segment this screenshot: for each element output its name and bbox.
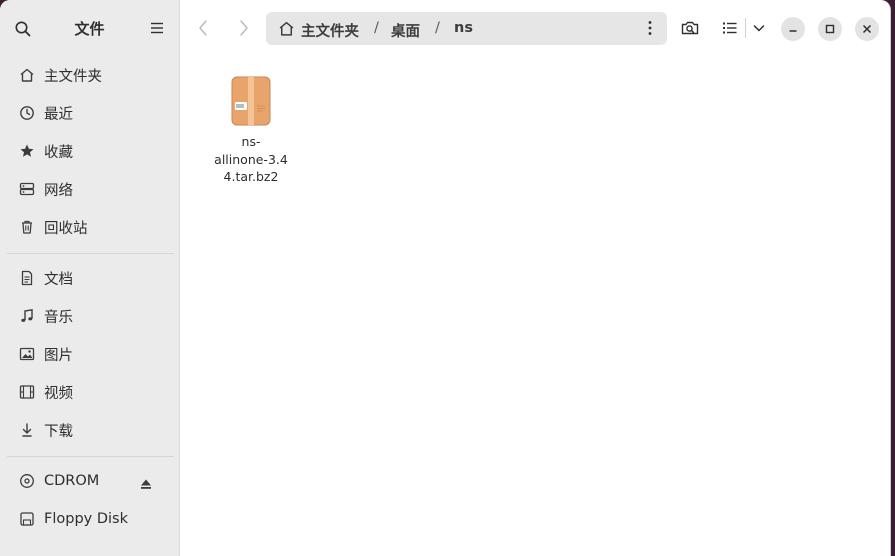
trash-icon bbox=[19, 219, 35, 235]
file-name-line: ns- bbox=[241, 134, 261, 149]
breadcrumb-separator: / bbox=[374, 20, 379, 36]
sidebar-item-label: 收藏 bbox=[44, 144, 73, 161]
sidebar-item-label: Floppy Disk bbox=[44, 511, 128, 527]
star-icon bbox=[19, 143, 35, 159]
breadcrumb-separator: / bbox=[435, 20, 440, 36]
hamburger-menu-icon[interactable] bbox=[148, 19, 166, 37]
archive-icon bbox=[231, 76, 271, 126]
search-folder-icon[interactable] bbox=[677, 15, 703, 41]
sidebar-item-network[interactable]: 网络 bbox=[8, 172, 172, 206]
breadcrumb-home[interactable]: 主文件夹 bbox=[301, 20, 359, 41]
minimize-button[interactable] bbox=[781, 17, 805, 41]
maximize-button[interactable] bbox=[818, 17, 842, 41]
sidebar-item-label: 网络 bbox=[44, 182, 73, 199]
sidebar-item-videos[interactable]: 视频 bbox=[8, 375, 172, 409]
clock-icon bbox=[19, 105, 35, 121]
sidebar-item-label: 文档 bbox=[44, 271, 73, 288]
file-item[interactable]: ns- allinone-3.4 4.tar.bz2 bbox=[207, 72, 295, 186]
sidebar-divider bbox=[7, 456, 174, 457]
document-icon bbox=[19, 270, 35, 286]
sidebar-item-home[interactable]: 主文件夹 bbox=[8, 58, 172, 92]
back-button[interactable] bbox=[192, 17, 216, 39]
close-button[interactable] bbox=[855, 17, 879, 41]
breadcrumb-desktop[interactable]: 桌面 bbox=[391, 20, 420, 41]
sidebar-header: 文件 bbox=[0, 0, 179, 56]
sidebar-item-label: 图片 bbox=[44, 347, 73, 364]
sidebar-item-music[interactable]: 音乐 bbox=[8, 299, 172, 333]
more-options-icon[interactable] bbox=[640, 18, 660, 38]
floppy-icon bbox=[19, 511, 35, 527]
sidebar-item-recent[interactable]: 最近 bbox=[8, 96, 172, 130]
sidebar-item-label: CDROM bbox=[44, 473, 100, 489]
sidebar-divider bbox=[7, 253, 174, 254]
sidebar-item-floppy[interactable]: Floppy Disk bbox=[8, 502, 172, 536]
list-view-icon[interactable] bbox=[717, 15, 743, 41]
sidebar-item-downloads[interactable]: 下载 bbox=[8, 413, 172, 447]
sidebar-item-label: 主文件夹 bbox=[44, 68, 102, 85]
file-manager-window: 文件 主文件夹 最近 收藏 网络 回收站 文档 音乐 图片 视频 下载 CDRO… bbox=[0, 0, 891, 556]
video-icon bbox=[19, 384, 35, 400]
music-icon bbox=[19, 308, 35, 324]
sidebar-item-starred[interactable]: 收藏 bbox=[8, 134, 172, 168]
download-icon bbox=[19, 422, 35, 438]
disc-icon bbox=[19, 473, 35, 489]
file-name-line: 4.tar.bz2 bbox=[223, 169, 279, 184]
sidebar: 文件 主文件夹 最近 收藏 网络 回收站 文档 音乐 图片 视频 下载 CDRO… bbox=[0, 0, 180, 556]
sidebar-item-label: 下载 bbox=[44, 423, 73, 440]
forward-button[interactable] bbox=[231, 17, 255, 39]
home-icon bbox=[19, 67, 35, 83]
sidebar-item-documents[interactable]: 文档 bbox=[8, 261, 172, 295]
sidebar-item-trash[interactable]: 回收站 bbox=[8, 210, 172, 244]
file-name-line: allinone-3.4 bbox=[214, 151, 288, 167]
breadcrumb-current[interactable]: ns bbox=[454, 20, 473, 36]
network-icon bbox=[19, 181, 35, 197]
eject-icon[interactable] bbox=[140, 475, 152, 489]
sidebar-item-label: 回收站 bbox=[44, 220, 88, 237]
sidebar-item-label: 最近 bbox=[44, 106, 73, 123]
sidebar-item-pictures[interactable]: 图片 bbox=[8, 337, 172, 371]
file-name: ns- allinone-3.4 4.tar.bz2 bbox=[207, 133, 295, 186]
home-icon bbox=[278, 20, 295, 37]
path-bar[interactable]: 主文件夹 / 桌面 / ns bbox=[266, 12, 667, 45]
sidebar-item-label: 音乐 bbox=[44, 309, 73, 326]
sidebar-item-label: 视频 bbox=[44, 385, 73, 402]
picture-icon bbox=[19, 346, 35, 362]
view-options-chevron-down-icon[interactable] bbox=[746, 15, 772, 41]
